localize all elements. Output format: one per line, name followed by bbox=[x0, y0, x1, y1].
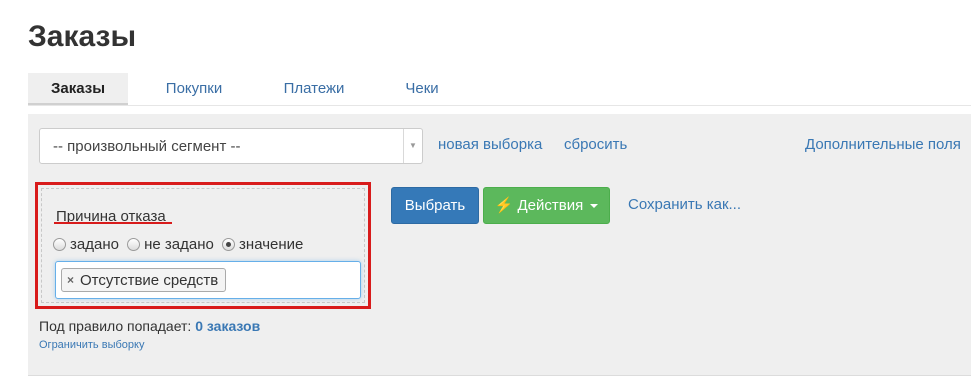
page-title: Заказы bbox=[28, 20, 137, 53]
radio-icon[interactable] bbox=[53, 238, 66, 251]
tab-bar: Заказы Покупки Платежи Чеки bbox=[28, 73, 971, 106]
reset-link[interactable]: сбросить bbox=[564, 136, 627, 153]
select-button[interactable]: Выбрать bbox=[391, 187, 479, 224]
actions-label: Действия bbox=[517, 197, 584, 214]
tab-orders[interactable]: Заказы bbox=[28, 73, 128, 105]
extra-fields-link[interactable]: Дополнительные поля bbox=[805, 136, 961, 153]
tab-purchases[interactable]: Покупки bbox=[143, 73, 245, 105]
limit-selection-link[interactable]: Ограничить выборку bbox=[39, 339, 144, 351]
rule-value-tag-input[interactable]: × Отсутствие средств bbox=[55, 261, 361, 299]
tab-receipts[interactable]: Чеки bbox=[383, 73, 461, 105]
rule-card: Причина отказа задано не задано значение bbox=[41, 188, 365, 303]
match-count-link[interactable]: 0 заказов bbox=[195, 318, 260, 334]
match-prefix: Под правило попадает: bbox=[39, 318, 192, 334]
rule-highlight-box: Причина отказа задано не задано значение bbox=[35, 182, 371, 309]
lightning-icon: ⚡ bbox=[494, 197, 514, 214]
rule-match-summary: Под правило попадает: 0 заказов bbox=[39, 318, 260, 334]
rule-condition-radios: задано не задано значение bbox=[53, 236, 307, 255]
actions-dropdown-button[interactable]: ⚡ Действия bbox=[483, 187, 610, 224]
segment-select[interactable]: -- произвольный сегмент -- ▼ bbox=[39, 128, 423, 164]
tab-payments[interactable]: Платежи bbox=[263, 73, 365, 105]
radio-option-not-set[interactable]: не задано bbox=[127, 236, 214, 253]
radio-icon[interactable] bbox=[127, 238, 141, 251]
tag-chip: × Отсутствие средств bbox=[61, 268, 227, 292]
radio-checked-icon[interactable] bbox=[222, 238, 236, 251]
caret-down-icon bbox=[590, 204, 599, 209]
radio-label: задано bbox=[70, 236, 119, 253]
filter-panel: -- произвольный сегмент -- ▼ новая выбор… bbox=[28, 114, 971, 376]
radio-option-set[interactable]: задано bbox=[53, 236, 119, 253]
radio-option-value[interactable]: значение bbox=[222, 236, 303, 253]
radio-label: не задано bbox=[144, 236, 214, 253]
new-selection-link[interactable]: новая выборка bbox=[438, 136, 542, 153]
rule-title-underline bbox=[54, 222, 172, 224]
close-icon[interactable]: × bbox=[67, 273, 74, 287]
segment-select-value: -- произвольный сегмент -- bbox=[53, 138, 241, 155]
chevron-down-icon[interactable]: ▼ bbox=[403, 129, 422, 163]
radio-label: значение bbox=[239, 236, 304, 253]
save-as-link[interactable]: Сохранить как... bbox=[628, 196, 741, 213]
tag-label: Отсутствие средств bbox=[80, 271, 219, 289]
